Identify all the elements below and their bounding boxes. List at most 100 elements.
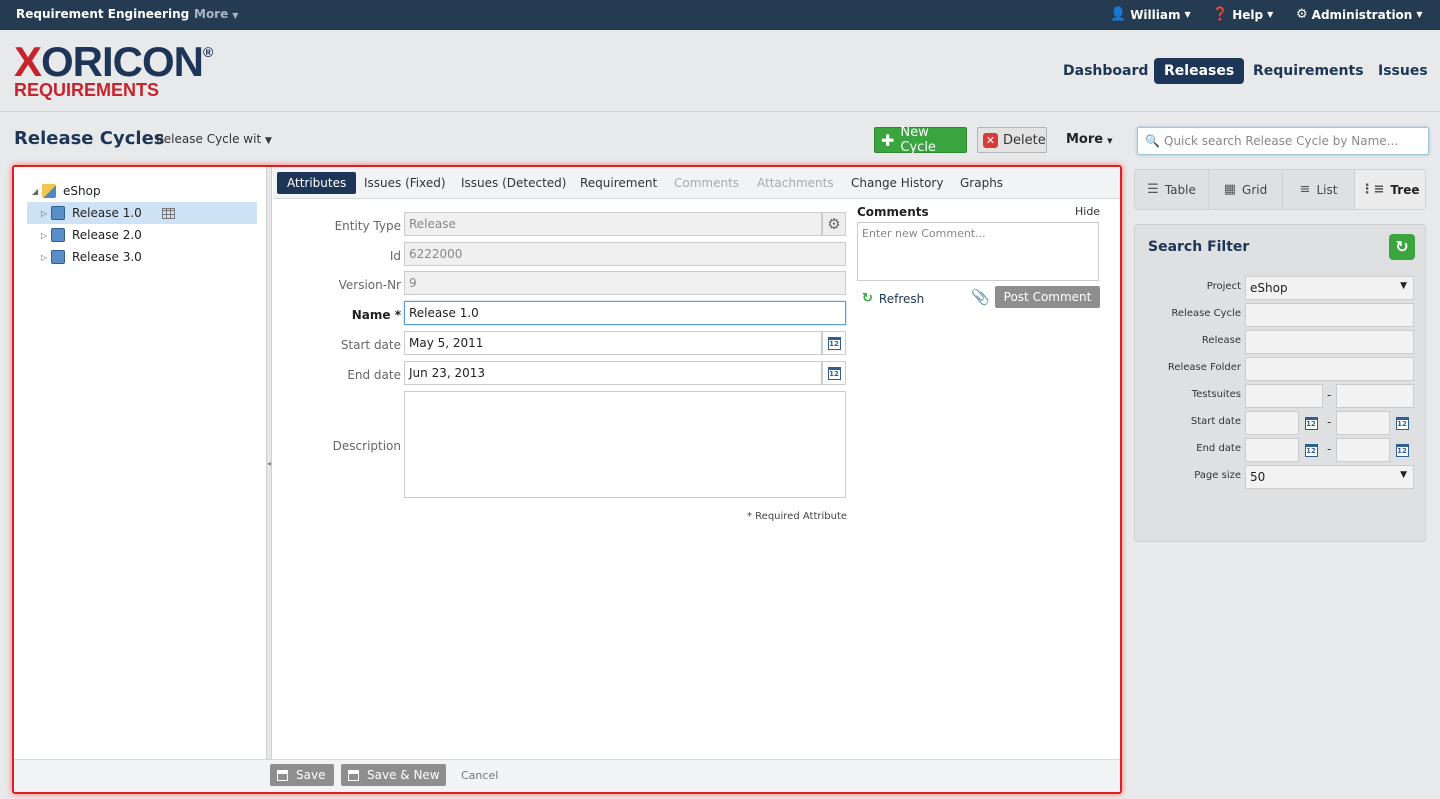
required-note: * Required Attribute: [747, 511, 848, 522]
nav-issues[interactable]: Issues: [1378, 58, 1428, 84]
post-comment-button[interactable]: Post Comment: [995, 286, 1100, 308]
nav-dashboard[interactable]: Dashboard: [1063, 58, 1148, 84]
page-title: Release Cycles: [14, 128, 165, 149]
view-tree-label: Tree: [1390, 182, 1420, 197]
nav-releases[interactable]: Releases: [1154, 58, 1245, 84]
quick-search: 🔍: [1137, 127, 1429, 155]
quick-search-input[interactable]: [1164, 132, 1424, 150]
tree-node-release-2[interactable]: ▷ Release 2.0: [41, 224, 142, 246]
calendar-icon[interactable]: 12: [1300, 438, 1322, 462]
entity-type-field: Release: [404, 212, 822, 236]
comment-textarea[interactable]: Enter new Comment...: [857, 222, 1099, 281]
nav-requirements[interactable]: Requirements: [1253, 58, 1364, 84]
paperclip-icon[interactable]: 📎: [971, 288, 990, 306]
calendar-icon[interactable]: 12: [1391, 411, 1413, 435]
tab-attributes[interactable]: Attributes: [277, 172, 357, 194]
calendar-day: 12: [1304, 416, 1318, 430]
gear-icon: ⚙: [1296, 7, 1308, 22]
delete-button[interactable]: ✕ Delete: [977, 127, 1047, 153]
save-new-button[interactable]: Save & New: [341, 764, 446, 786]
calendar-icon[interactable]: 12: [822, 361, 846, 385]
comments-title: Comments: [857, 205, 929, 219]
plus-icon: ✚: [881, 130, 895, 150]
tree-node-root[interactable]: ◢ eShop: [32, 180, 101, 202]
range-dash: -: [1327, 442, 1332, 456]
list-icon: ≡: [1299, 182, 1311, 197]
description-textarea[interactable]: [404, 391, 846, 498]
calendar-icon[interactable]: 12: [1300, 411, 1322, 435]
calendar-day: 12: [827, 336, 841, 350]
end-date-input[interactable]: Jun 23, 2013: [404, 361, 822, 385]
refresh-comments-link[interactable]: ↻ Refresh: [862, 291, 924, 306]
save-new-label: Save & New: [367, 768, 440, 782]
top-bar: Requirement Engineering More ▼ 👤 William ▼ …: [0, 0, 1440, 30]
logo-brand: XORICON®: [14, 41, 213, 83]
name-input[interactable]: Release 1.0: [404, 301, 846, 325]
splitter-handle-icon: ◂: [267, 459, 272, 468]
release-icon: [51, 206, 65, 220]
end-date-from-input[interactable]: [1245, 438, 1299, 462]
save-button[interactable]: Save: [270, 764, 334, 786]
start-date-to-input[interactable]: [1336, 411, 1390, 435]
refresh-icon[interactable]: ↻: [1389, 234, 1415, 260]
help-menu[interactable]: ❓ Help ▼: [1212, 7, 1273, 22]
release-folder-input[interactable]: [1245, 357, 1414, 381]
top-more-menu[interactable]: More ▼: [194, 7, 238, 21]
id-field: 6222000: [404, 242, 846, 266]
calendar-icon[interactable]: 12: [822, 331, 846, 355]
range-dash: -: [1327, 415, 1332, 429]
start-date-from-input[interactable]: [1245, 411, 1299, 435]
view-list-label: List: [1316, 182, 1338, 197]
gear-icon[interactable]: ⚙: [822, 212, 846, 236]
chevron-down-icon: ▼: [1107, 137, 1113, 145]
tab-graphs[interactable]: Graphs: [960, 172, 1003, 194]
save-icon: [348, 769, 359, 781]
chevron-down-icon: ▼: [265, 136, 272, 146]
tab-issues-fixed[interactable]: Issues (Fixed): [364, 172, 446, 194]
start-date-input[interactable]: May 5, 2011: [404, 331, 822, 355]
user-icon: 👤: [1110, 7, 1127, 22]
table-icon: ☰: [1147, 182, 1159, 197]
view-list-button[interactable]: ≡ List: [1283, 170, 1355, 209]
view-tree-button[interactable]: ⋮≡ Tree: [1355, 170, 1425, 209]
logo[interactable]: XORICON® REQUIREMENTS: [14, 41, 213, 100]
page-size-select[interactable]: 50 ▼: [1245, 465, 1414, 489]
chevron-down-icon: ▼: [1400, 281, 1407, 291]
release-cycle-input[interactable]: [1245, 303, 1414, 327]
page-size-label: Page size: [1194, 470, 1241, 481]
calendar-icon[interactable]: 12: [1391, 438, 1413, 462]
view-grid-button[interactable]: ▦ Grid: [1209, 170, 1283, 209]
tab-attachments: Attachments: [757, 176, 834, 190]
administration-menu[interactable]: ⚙ Administration ▼: [1296, 7, 1423, 22]
project-select[interactable]: eShop ▼: [1245, 276, 1414, 300]
top-more-label: More: [194, 7, 229, 21]
cancel-link[interactable]: Cancel: [461, 769, 498, 782]
more-button[interactable]: More ▼: [1066, 132, 1113, 147]
search-icon: 🔍: [1145, 134, 1160, 148]
grid-icon[interactable]: [161, 207, 175, 219]
entity-type-label: Entity Type: [334, 219, 401, 233]
tab-change-history[interactable]: Change History: [851, 172, 943, 194]
app-title[interactable]: Requirement Engineering: [16, 7, 189, 21]
search-filter-panel: Search Filter ↻ Project eShop ▼ Release C…: [1134, 224, 1426, 542]
release-input[interactable]: [1245, 330, 1414, 354]
testsuites-from-input[interactable]: [1245, 384, 1323, 408]
view-table-button[interactable]: ☰ Table: [1135, 170, 1209, 209]
tree-node-release-3[interactable]: ▷ Release 3.0: [41, 246, 142, 268]
user-name: William: [1130, 7, 1181, 22]
pane-splitter[interactable]: ◂: [266, 167, 272, 759]
new-cycle-button[interactable]: ✚ New Cycle: [874, 125, 967, 155]
end-date-to-input[interactable]: [1336, 438, 1390, 462]
tree-node-release-1[interactable]: ▷ Release 1.0: [27, 202, 257, 224]
tab-requirement[interactable]: Requirement: [580, 172, 657, 194]
hide-comments-link[interactable]: Hide: [1075, 205, 1100, 218]
cycle-select[interactable]: Release Cycle wit ▼: [156, 132, 272, 146]
view-grid-label: Grid: [1242, 182, 1268, 197]
help-label: Help: [1232, 7, 1264, 22]
testsuites-to-input[interactable]: [1336, 384, 1414, 408]
tab-issues-detected[interactable]: Issues (Detected): [461, 172, 566, 194]
logo-x: X: [14, 38, 42, 85]
user-menu[interactable]: 👤 William ▼: [1110, 7, 1191, 22]
refresh-label: Refresh: [878, 291, 925, 306]
release-icon: [51, 250, 65, 264]
